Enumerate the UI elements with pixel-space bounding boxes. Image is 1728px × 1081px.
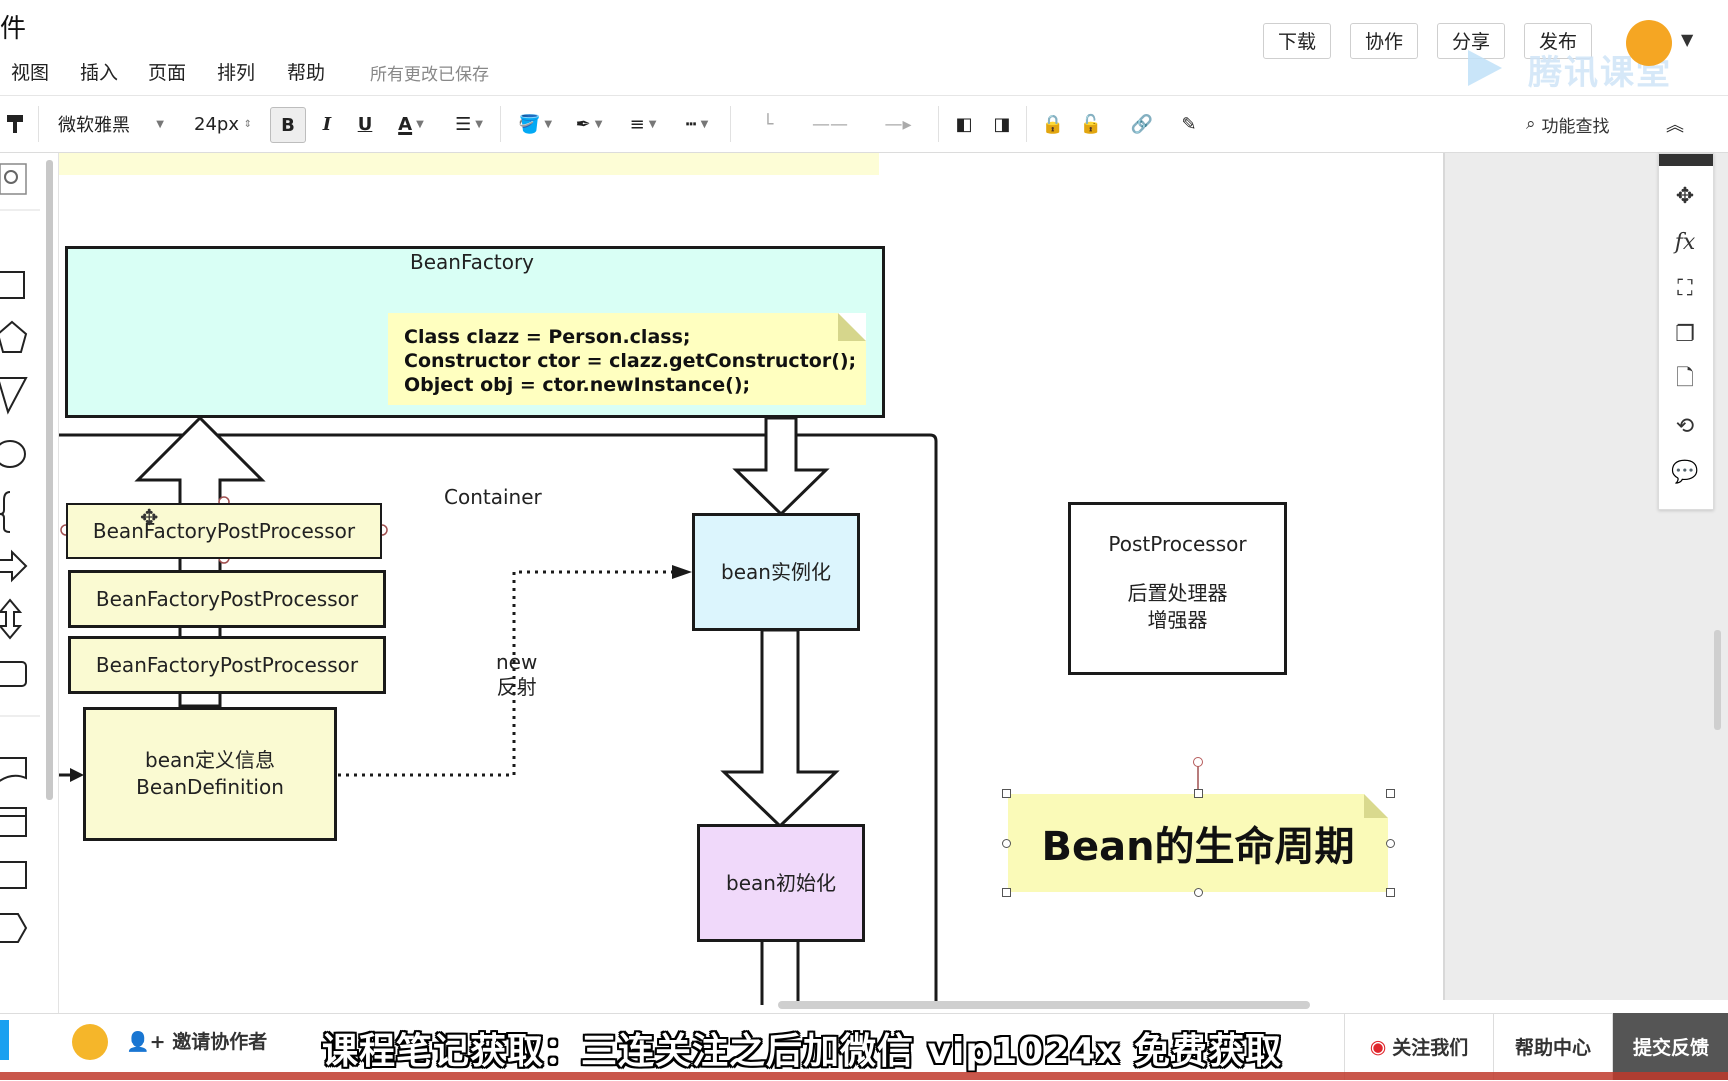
right-panel-header: [1659, 154, 1713, 166]
horizontal-scrollbar[interactable]: [778, 1001, 1310, 1009]
down-hollow-arrow-2: [720, 628, 840, 829]
move-cursor-icon: ✥: [140, 506, 159, 531]
bean-definition-box[interactable]: bean定义信息 BeanDefinition: [83, 707, 337, 841]
post-processor-box[interactable]: PostProcessor 后置处理器 增强器: [1068, 502, 1287, 675]
compass-icon[interactable]: ✥: [1658, 174, 1712, 218]
invite-collaborator-button[interactable]: 👤+ 邀请协作者: [126, 1027, 267, 1054]
down-hollow-arrow-1: [732, 416, 830, 517]
bean-factory-label: BeanFactory: [410, 250, 535, 274]
pages-icon[interactable]: ❐: [1658, 312, 1712, 356]
new-reflect-label: new 反射: [496, 650, 538, 699]
note-fold-corner: [838, 313, 866, 341]
video-progress-strip: [0, 1072, 1728, 1080]
post-processor-title: PostProcessor: [1108, 532, 1247, 556]
search-icon: ⌕: [1526, 114, 1536, 134]
selection-outline: [1197, 764, 1199, 794]
page-size-icon[interactable]: ⛶: [1658, 266, 1712, 310]
follow-us-button[interactable]: ◉ 关注我们: [1344, 1013, 1493, 1080]
resize-handle[interactable]: [1194, 888, 1203, 897]
avatar[interactable]: [72, 1024, 108, 1060]
down-arrow-stub: [760, 942, 800, 1005]
video-subtitle: 课程笔记获取：三连关注之后加微信 vip1024x 免费获取: [322, 1031, 1283, 1072]
code-note[interactable]: Class clazz = Person.class; Constructor …: [388, 313, 866, 405]
bean-instantiate-box[interactable]: bean实例化: [692, 513, 860, 631]
comment-icon[interactable]: 💬: [1658, 450, 1712, 494]
follow-us-label: 关注我们: [1392, 1037, 1469, 1059]
bean-init-box[interactable]: bean初始化: [697, 824, 865, 942]
resize-handle[interactable]: [1386, 888, 1395, 897]
resize-handle[interactable]: [1002, 789, 1011, 798]
function-search-label: 功能查找: [1541, 116, 1610, 137]
resize-handle[interactable]: [1386, 789, 1395, 798]
resize-handle[interactable]: [1002, 839, 1011, 848]
invite-label: 邀请协作者: [172, 1031, 268, 1053]
resize-handle[interactable]: [1194, 789, 1203, 798]
avatar[interactable]: [1626, 20, 1672, 66]
document-icon[interactable]: 🗋: [1658, 358, 1712, 402]
history-icon[interactable]: ⟲: [1658, 404, 1712, 448]
container-label: Container: [444, 485, 542, 509]
rotate-handle[interactable]: [1193, 757, 1203, 767]
arrowhead: [672, 565, 692, 579]
help-center-button[interactable]: 帮助中心: [1493, 1013, 1612, 1080]
weibo-icon: ◉: [1369, 1035, 1387, 1058]
bean-factory-post-processor-1[interactable]: BeanFactoryPostProcessor: [66, 503, 382, 559]
function-search[interactable]: ⌕ 功能查找: [1526, 96, 1626, 152]
chevron-down-icon[interactable]: ▼: [1681, 30, 1693, 49]
post-processor-desc: 后置处理器 增强器: [1127, 581, 1228, 632]
arrowhead: [70, 768, 84, 782]
watermark-logo-icon: [1468, 50, 1502, 86]
feedback-button[interactable]: 提交反馈: [1612, 1013, 1728, 1080]
vertical-scrollbar[interactable]: [1714, 630, 1721, 730]
side-tab[interactable]: [0, 1020, 9, 1060]
formula-icon[interactable]: fx: [1658, 220, 1712, 264]
resize-handle[interactable]: [1002, 888, 1011, 897]
resize-handle[interactable]: [1386, 839, 1395, 848]
bean-factory-post-processor-3[interactable]: BeanFactoryPostProcessor: [68, 636, 386, 694]
add-user-icon: 👤+: [126, 1031, 166, 1053]
bean-factory-post-processor-2[interactable]: BeanFactoryPostProcessor: [68, 570, 386, 628]
collapse-toolbar-icon[interactable]: ︽: [1662, 96, 1688, 152]
